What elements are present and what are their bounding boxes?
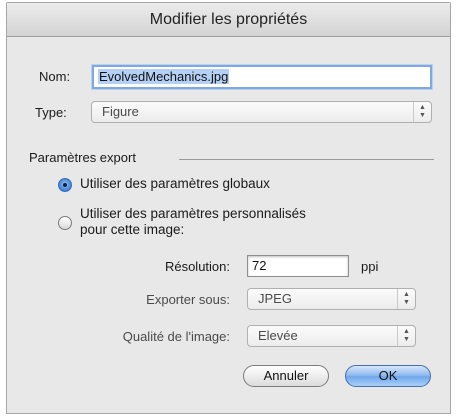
section-separator	[179, 159, 434, 160]
resolution-label: Résolution:	[164, 259, 230, 274]
ok-button[interactable]: OK	[345, 365, 431, 387]
name-field-value: EvolvedMechanics.jpg	[98, 69, 230, 84]
radio-selected-dot	[63, 183, 67, 187]
quality-label: Qualité de l'image:	[122, 329, 230, 344]
cancel-button[interactable]: Annuler	[243, 365, 329, 387]
resolution-field-value: 72	[252, 258, 267, 273]
quality-popup-value: Elevée	[258, 328, 298, 343]
updown-arrows-icon: ▲ ▼	[397, 289, 415, 309]
type-popup[interactable]: Figure ▲ ▼	[91, 101, 432, 123]
export-section-label: Paramètres export	[29, 150, 136, 165]
export-as-label: Exporter sous:	[146, 292, 230, 307]
dialog-title: Modifier les propriétés	[7, 3, 450, 37]
name-label: Nom:	[39, 69, 71, 84]
radio-custom-label-line1: Utiliser des paramètres personnalisés	[80, 206, 306, 221]
type-label: Type:	[35, 105, 67, 120]
radio-global-label: Utiliser des paramètres globaux	[80, 176, 270, 191]
radio-custom-settings[interactable]	[58, 216, 72, 230]
export-as-popup[interactable]: JPEG ▲ ▼	[247, 288, 416, 310]
name-field[interactable]: EvolvedMechanics.jpg	[92, 65, 432, 89]
updown-arrows-icon: ▲ ▼	[413, 102, 431, 122]
radio-custom-label-line2: pour cette image:	[80, 222, 185, 237]
resolution-unit: ppi	[361, 259, 379, 274]
radio-global-settings[interactable]	[58, 178, 72, 192]
quality-popup[interactable]: Elevée ▲ ▼	[247, 325, 416, 347]
export-as-popup-value: JPEG	[258, 291, 292, 306]
type-popup-value: Figure	[102, 104, 139, 119]
updown-arrows-icon: ▲ ▼	[397, 326, 415, 346]
properties-dialog: Modifier les propriétés Nom: EvolvedMech…	[6, 2, 451, 414]
resolution-field[interactable]: 72	[247, 255, 349, 277]
